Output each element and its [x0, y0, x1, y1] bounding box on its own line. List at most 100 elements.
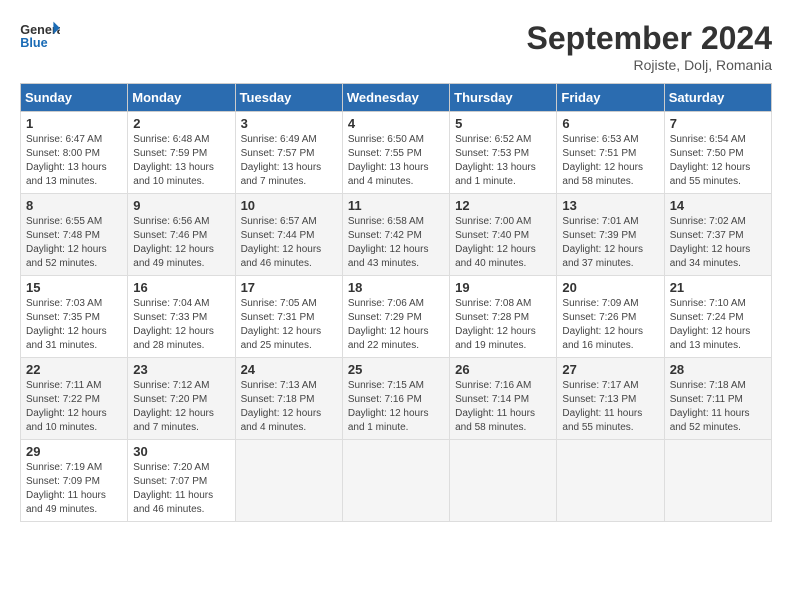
day-info: Sunrise: 7:09 AMSunset: 7:26 PMDaylight:…	[562, 298, 643, 351]
col-tuesday: Tuesday	[235, 84, 342, 112]
calendar-cell: 21 Sunrise: 7:10 AMSunset: 7:24 PMDayligh…	[664, 276, 771, 358]
calendar-cell: 10 Sunrise: 6:57 AMSunset: 7:44 PMDayligh…	[235, 194, 342, 276]
day-info: Sunrise: 7:12 AMSunset: 7:20 PMDaylight:…	[133, 380, 214, 433]
col-saturday: Saturday	[664, 84, 771, 112]
day-info: Sunrise: 7:13 AMSunset: 7:18 PMDaylight:…	[241, 380, 322, 433]
day-info: Sunrise: 6:56 AMSunset: 7:46 PMDaylight:…	[133, 216, 214, 269]
day-number: 6	[562, 116, 658, 131]
calendar-cell: 5Sunrise: 6:52 AMSunset: 7:53 PMDaylight…	[450, 112, 557, 194]
day-info: Sunrise: 6:50 AMSunset: 7:55 PMDaylight:…	[348, 134, 429, 187]
calendar-cell: 16 Sunrise: 7:04 AMSunset: 7:33 PMDayligh…	[128, 276, 235, 358]
day-number: 18	[348, 280, 444, 295]
day-number: 2	[133, 116, 229, 131]
calendar-cell: 25 Sunrise: 7:15 AMSunset: 7:16 PMDayligh…	[342, 358, 449, 440]
calendar-cell: 22Sunrise: 7:11 AMSunset: 7:22 PMDayligh…	[21, 358, 128, 440]
day-number: 9	[133, 198, 229, 213]
day-info: Sunrise: 7:18 AMSunset: 7:11 PMDaylight:…	[670, 380, 750, 433]
calendar-cell: 29Sunrise: 7:19 AMSunset: 7:09 PMDayligh…	[21, 440, 128, 522]
day-info: Sunrise: 7:20 AMSunset: 7:07 PMDaylight:…	[133, 462, 213, 515]
day-info: Sunrise: 6:47 AMSunset: 8:00 PMDaylight:…	[26, 134, 107, 187]
calendar-cell: 23 Sunrise: 7:12 AMSunset: 7:20 PMDayligh…	[128, 358, 235, 440]
day-info: Sunrise: 7:06 AMSunset: 7:29 PMDaylight:…	[348, 298, 429, 351]
calendar-cell: 3 Sunrise: 6:49 AMSunset: 7:57 PMDaylight…	[235, 112, 342, 194]
day-number: 4	[348, 116, 444, 131]
calendar-table: Sunday Monday Tuesday Wednesday Thursday…	[20, 83, 772, 522]
day-info: Sunrise: 6:55 AMSunset: 7:48 PMDaylight:…	[26, 216, 107, 269]
day-info: Sunrise: 6:49 AMSunset: 7:57 PMDaylight:…	[241, 134, 322, 187]
calendar-cell: 6 Sunrise: 6:53 AMSunset: 7:51 PMDaylight…	[557, 112, 664, 194]
calendar-cell: 24 Sunrise: 7:13 AMSunset: 7:18 PMDayligh…	[235, 358, 342, 440]
calendar-cell	[664, 440, 771, 522]
day-number: 8	[26, 198, 122, 213]
month-year: September 2024	[527, 20, 772, 57]
day-info: Sunrise: 6:57 AMSunset: 7:44 PMDaylight:…	[241, 216, 322, 269]
logo-icon: General Blue	[20, 20, 60, 50]
calendar-cell: 7Sunrise: 6:54 AMSunset: 7:50 PMDaylight…	[664, 112, 771, 194]
calendar-cell: 2 Sunrise: 6:48 AMSunset: 7:59 PMDaylight…	[128, 112, 235, 194]
day-number: 11	[348, 198, 444, 213]
day-number: 7	[670, 116, 766, 131]
day-number: 12	[455, 198, 551, 213]
day-number: 1	[26, 116, 122, 131]
logo: General Blue	[20, 20, 60, 50]
col-friday: Friday	[557, 84, 664, 112]
day-info: Sunrise: 6:48 AMSunset: 7:59 PMDaylight:…	[133, 134, 214, 187]
calendar-cell: 28 Sunrise: 7:18 AMSunset: 7:11 PMDayligh…	[664, 358, 771, 440]
day-number: 20	[562, 280, 658, 295]
day-number: 5	[455, 116, 551, 131]
day-number: 14	[670, 198, 766, 213]
calendar-cell	[450, 440, 557, 522]
day-info: Sunrise: 7:00 AMSunset: 7:40 PMDaylight:…	[455, 216, 536, 269]
col-monday: Monday	[128, 84, 235, 112]
calendar-cell: 17Sunrise: 7:05 AMSunset: 7:31 PMDayligh…	[235, 276, 342, 358]
day-number: 10	[241, 198, 337, 213]
day-number: 13	[562, 198, 658, 213]
day-number: 23	[133, 362, 229, 377]
calendar-cell: 11 Sunrise: 6:58 AMSunset: 7:42 PMDayligh…	[342, 194, 449, 276]
calendar-cell: 1 Sunrise: 6:47 AMSunset: 8:00 PMDaylight…	[21, 112, 128, 194]
day-number: 30	[133, 444, 229, 459]
day-info: Sunrise: 6:53 AMSunset: 7:51 PMDaylight:…	[562, 134, 643, 187]
calendar-week-row: 15Sunrise: 7:03 AMSunset: 7:35 PMDayligh…	[21, 276, 772, 358]
day-info: Sunrise: 7:15 AMSunset: 7:16 PMDaylight:…	[348, 380, 429, 433]
calendar-week-row: 22Sunrise: 7:11 AMSunset: 7:22 PMDayligh…	[21, 358, 772, 440]
day-number: 19	[455, 280, 551, 295]
title-block: September 2024 Rojiste, Dolj, Romania	[527, 20, 772, 73]
calendar-week-row: 1 Sunrise: 6:47 AMSunset: 8:00 PMDaylight…	[21, 112, 772, 194]
day-info: Sunrise: 7:04 AMSunset: 7:33 PMDaylight:…	[133, 298, 214, 351]
day-number: 28	[670, 362, 766, 377]
day-info: Sunrise: 7:17 AMSunset: 7:13 PMDaylight:…	[562, 380, 642, 433]
day-info: Sunrise: 6:58 AMSunset: 7:42 PMDaylight:…	[348, 216, 429, 269]
col-thursday: Thursday	[450, 84, 557, 112]
day-info: Sunrise: 7:19 AMSunset: 7:09 PMDaylight:…	[26, 462, 106, 515]
day-number: 24	[241, 362, 337, 377]
day-number: 21	[670, 280, 766, 295]
day-number: 25	[348, 362, 444, 377]
calendar-cell: 27 Sunrise: 7:17 AMSunset: 7:13 PMDayligh…	[557, 358, 664, 440]
calendar-cell: 4 Sunrise: 6:50 AMSunset: 7:55 PMDaylight…	[342, 112, 449, 194]
calendar-cell: 13 Sunrise: 7:01 AMSunset: 7:39 PMDayligh…	[557, 194, 664, 276]
col-sunday: Sunday	[21, 84, 128, 112]
day-info: Sunrise: 7:10 AMSunset: 7:24 PMDaylight:…	[670, 298, 751, 351]
col-wednesday: Wednesday	[342, 84, 449, 112]
day-number: 27	[562, 362, 658, 377]
calendar-cell: 15Sunrise: 7:03 AMSunset: 7:35 PMDayligh…	[21, 276, 128, 358]
calendar-cell: 12 Sunrise: 7:00 AMSunset: 7:40 PMDayligh…	[450, 194, 557, 276]
svg-text:Blue: Blue	[20, 36, 47, 50]
calendar-cell: 9 Sunrise: 6:56 AMSunset: 7:46 PMDaylight…	[128, 194, 235, 276]
calendar-cell	[342, 440, 449, 522]
day-info: Sunrise: 7:03 AMSunset: 7:35 PMDaylight:…	[26, 298, 107, 351]
calendar-cell: 30 Sunrise: 7:20 AMSunset: 7:07 PMDayligh…	[128, 440, 235, 522]
day-info: Sunrise: 7:01 AMSunset: 7:39 PMDaylight:…	[562, 216, 643, 269]
calendar-cell	[235, 440, 342, 522]
day-number: 26	[455, 362, 551, 377]
calendar-cell: 8 Sunrise: 6:55 AMSunset: 7:48 PMDaylight…	[21, 194, 128, 276]
header-row: Sunday Monday Tuesday Wednesday Thursday…	[21, 84, 772, 112]
day-info: Sunrise: 7:05 AMSunset: 7:31 PMDaylight:…	[241, 298, 322, 351]
day-info: Sunrise: 7:02 AMSunset: 7:37 PMDaylight:…	[670, 216, 751, 269]
day-number: 3	[241, 116, 337, 131]
day-number: 16	[133, 280, 229, 295]
calendar-cell: 20 Sunrise: 7:09 AMSunset: 7:26 PMDayligh…	[557, 276, 664, 358]
page-header: General Blue September 2024 Rojiste, Dol…	[20, 20, 772, 73]
day-info: Sunrise: 7:11 AMSunset: 7:22 PMDaylight:…	[26, 380, 107, 433]
